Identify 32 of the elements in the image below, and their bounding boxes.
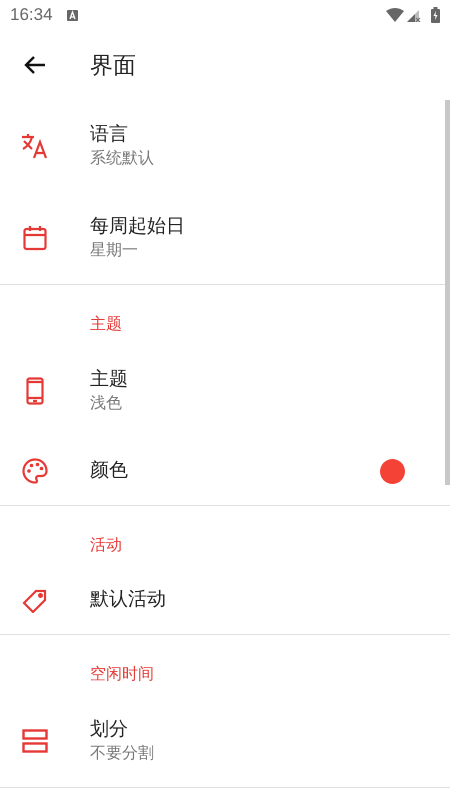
item-title: 每周起始日 xyxy=(90,215,185,239)
settings-item[interactable]: 主题 浅色 xyxy=(0,345,445,437)
notification-icon xyxy=(66,10,78,20)
phone-icon xyxy=(26,377,44,405)
item-value: 星期一 xyxy=(90,241,138,261)
section-header: 主题 xyxy=(90,316,122,333)
settings-item[interactable]: 每周起始日 星期一 xyxy=(0,192,445,284)
settings-item[interactable]: 划分 不要分割 xyxy=(0,695,445,787)
section-header: 活动 xyxy=(90,537,122,554)
item-title: 语言 xyxy=(90,123,128,147)
screen-title: 界面 xyxy=(90,50,136,80)
translate-icon xyxy=(21,133,49,159)
item-title: 主题 xyxy=(90,368,128,392)
item-value: 浅色 xyxy=(90,394,122,414)
calendar-icon xyxy=(23,225,47,251)
palette-icon xyxy=(22,458,48,484)
settings-item[interactable]: 颜色 xyxy=(0,437,445,505)
item-value: 不要分割 xyxy=(90,744,154,764)
settings-item[interactable]: 语言 系统默认 xyxy=(0,100,445,192)
wifi-icon xyxy=(386,8,404,22)
signal-icon xyxy=(407,8,421,22)
split-rows-icon xyxy=(22,729,48,753)
status-time: 16:34 xyxy=(10,4,53,26)
item-value: 系统默认 xyxy=(90,148,154,169)
settings-item[interactable]: 默认活动 xyxy=(0,566,445,634)
item-title: 颜色 xyxy=(90,459,128,483)
back-arrow-icon xyxy=(24,55,46,75)
section-header: 空闲时间 xyxy=(90,666,154,683)
tag-icon xyxy=(22,587,48,613)
battery-charging-icon xyxy=(431,7,440,23)
item-title: 划分 xyxy=(90,718,128,742)
item-title: 默认活动 xyxy=(90,588,166,612)
